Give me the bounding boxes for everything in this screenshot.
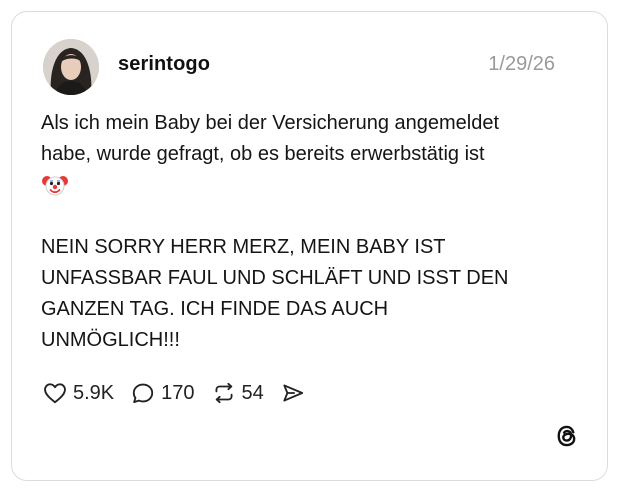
post-text-line: NEIN SORRY HERR MERZ, MEIN BABY IST: [41, 236, 446, 258]
post-text: Als ich mein Baby bei der Versicherung a…: [41, 108, 581, 356]
repost-count: 54: [241, 381, 264, 404]
repost-button[interactable]: 54: [211, 380, 264, 406]
emoji-line: [41, 170, 581, 201]
heart-icon: [42, 380, 68, 406]
post-date: 1/29/26: [488, 53, 555, 75]
reply-button[interactable]: 170: [130, 380, 195, 406]
share-button[interactable]: [280, 380, 306, 406]
avatar[interactable]: [43, 39, 99, 95]
reply-count: 170: [161, 381, 195, 404]
like-button[interactable]: 5.9K: [42, 380, 114, 406]
threads-logo-icon[interactable]: [554, 423, 580, 454]
send-icon: [280, 380, 306, 406]
repost-icon: [211, 380, 237, 406]
action-bar: 5.9K 170 54: [42, 378, 322, 408]
speech-bubble-icon: [130, 380, 156, 406]
post-card: serintogo 1/29/26 Als ich mein Baby bei …: [11, 11, 608, 481]
clown-face-icon: [42, 172, 68, 208]
post-text-line: Als ich mein Baby bei der Versicherung a…: [41, 112, 500, 134]
username[interactable]: serintogo: [118, 53, 210, 76]
post-text-line: UNFASSBAR FAUL UND SCHLÄFT UND ISST DEN: [41, 267, 509, 289]
post-text-line: UNMÖGLICH!!!: [41, 329, 180, 351]
like-count: 5.9K: [73, 381, 115, 404]
post-text-line: GANZEN TAG. ICH FINDE DAS AUCH: [41, 298, 389, 320]
post-text-line: habe, wurde gefragt, ob es bereits erwer…: [41, 143, 485, 165]
avatar-photo: [43, 39, 99, 95]
